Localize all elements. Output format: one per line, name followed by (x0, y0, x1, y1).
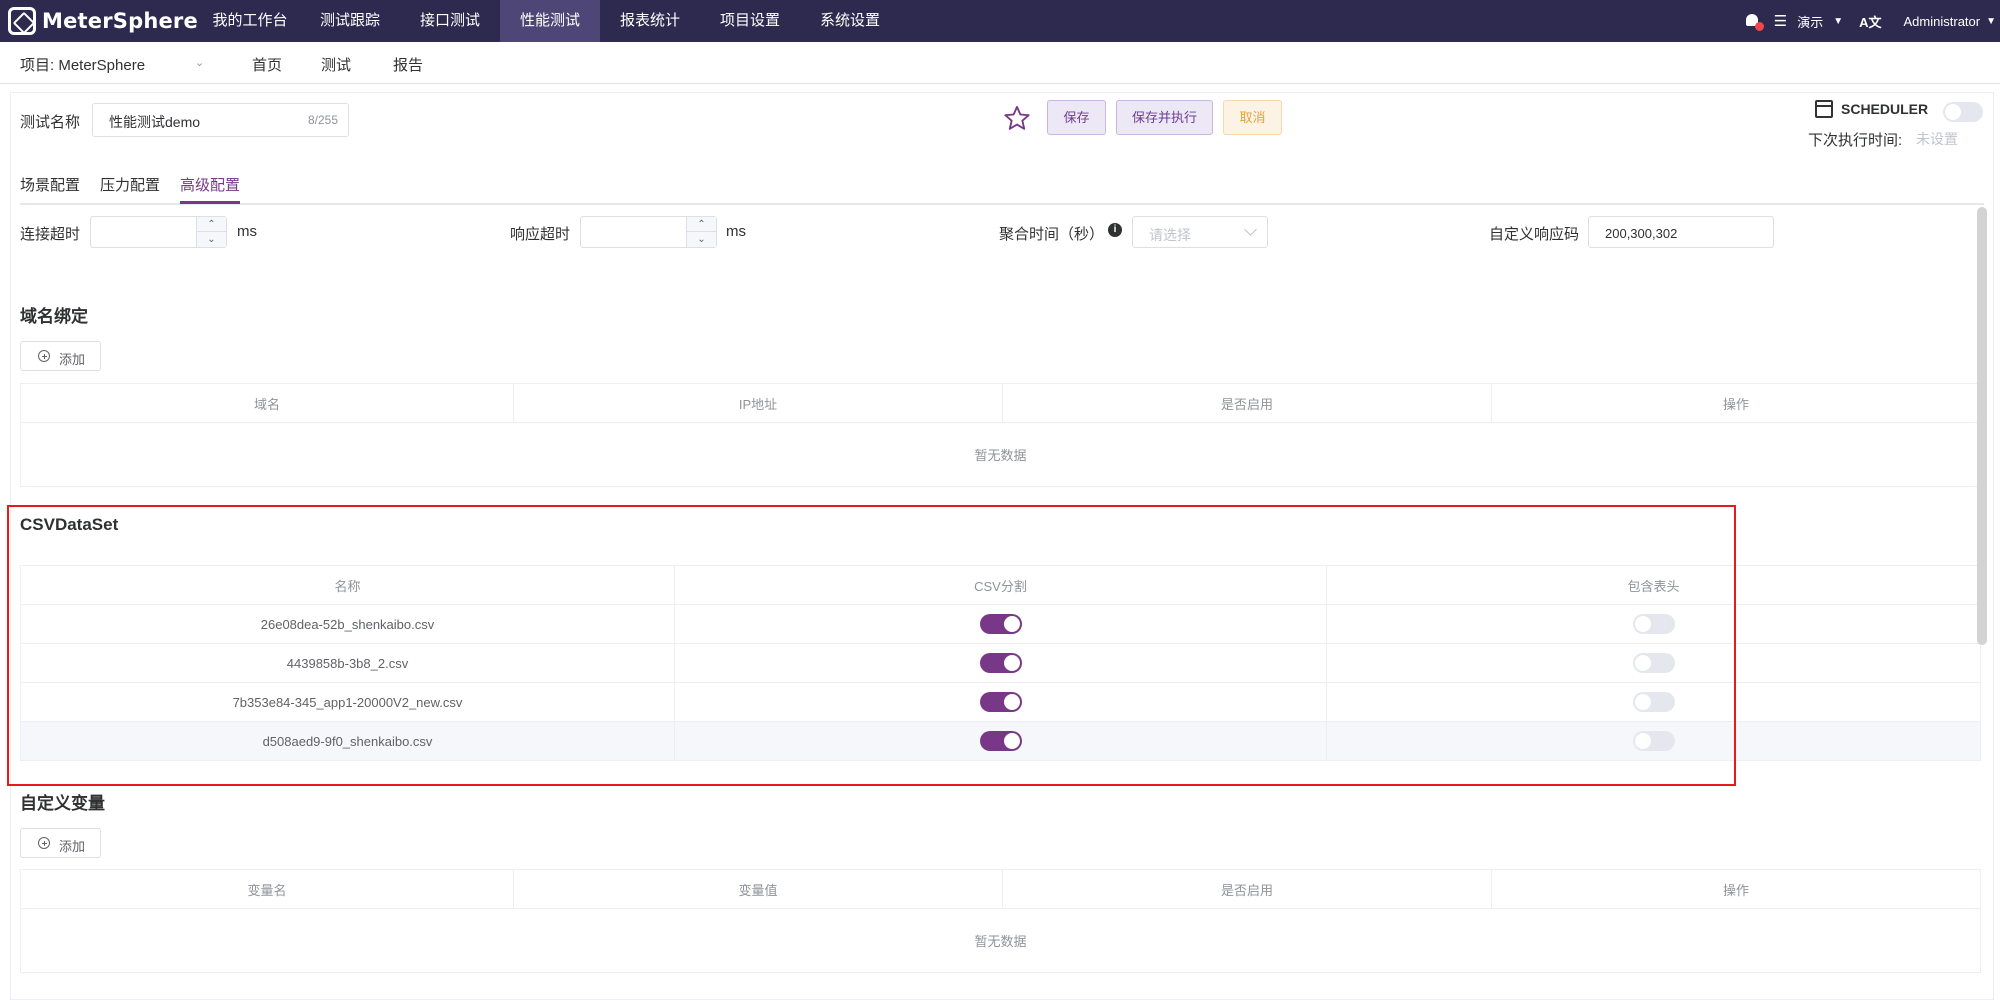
star-icon[interactable] (1003, 104, 1031, 132)
vertical-scrollbar[interactable] (1977, 207, 1987, 645)
workspace-switcher[interactable]: 演示 (1797, 12, 1823, 31)
menu-item-project-settings[interactable]: 项目设置 (700, 0, 800, 42)
variables-table: 变量名 变量值 是否启用 操作 暂无数据 (20, 869, 1981, 973)
response-timeout-label: 响应超时 (510, 226, 571, 243)
user-menu[interactable]: Administrator (1904, 14, 1981, 29)
next-run-value: 未设置 (1916, 131, 1958, 147)
next-run-label: 下次执行时间: (1808, 132, 1903, 149)
connect-timeout-unit: ms (237, 223, 257, 240)
scheduler-label: SCHEDULER (1841, 101, 1929, 117)
test-name-value: 性能测试demo (109, 114, 201, 130)
logo-text: MeterSphere (42, 9, 198, 33)
metersphere-logo-icon (8, 7, 36, 35)
sub-nav: 项目: MeterSphere ⌄ 首页 测试 报告 (0, 42, 2000, 84)
subnav-link-test[interactable]: 测试 (321, 54, 351, 75)
status-code-label: 自定义响应码 (1489, 226, 1580, 243)
calendar-icon (1815, 100, 1833, 118)
column-header: 操作 (1491, 383, 1981, 423)
test-name-input[interactable]: 性能测试demo 8/255 (92, 103, 349, 137)
decrement-icon[interactable]: ⌄ (687, 232, 716, 247)
status-code-value: 200,300,302 (1605, 226, 1678, 241)
column-header: 域名 (20, 383, 514, 423)
subnav-link-report[interactable]: 报告 (393, 54, 423, 75)
subnav-link-home[interactable]: 首页 (252, 54, 282, 75)
connect-timeout-label: 连接超时 (20, 226, 81, 243)
menu-item-workbench[interactable]: 我的工作台 (200, 0, 300, 42)
notification-bell-icon[interactable] (1744, 12, 1764, 31)
domain-table: 域名 IP地址 是否启用 操作 暂无数据 (20, 383, 1981, 487)
top-nav: MeterSphere 我的工作台 测试跟踪 接口测试 性能测试 报表统计 项目… (0, 0, 2000, 42)
menu-item-system-settings[interactable]: 系统设置 (800, 0, 900, 42)
plus-circle-icon (38, 837, 50, 849)
workspace-list-icon[interactable]: ☰ (1774, 12, 1787, 30)
column-header: 变量名 (20, 869, 514, 909)
tab-advanced-config[interactable]: 高级配置 (180, 174, 240, 195)
project-selector[interactable]: 项目: MeterSphere (20, 54, 145, 75)
menu-item-test-track[interactable]: 测试跟踪 (300, 0, 400, 42)
connect-timeout-input[interactable]: ⌃ ⌄ (90, 216, 227, 248)
tabs-divider (20, 203, 1984, 205)
status-code-input[interactable]: 200,300,302 (1588, 216, 1774, 248)
add-domain-label: 添加 (59, 352, 86, 367)
menu-item-api-test[interactable]: 接口测试 (400, 0, 500, 42)
domain-binding-title: 域名绑定 (20, 307, 88, 326)
chevron-down-icon[interactable]: ⌄ (195, 56, 204, 69)
empty-text: 暂无数据 (20, 908, 1981, 973)
chevron-down-icon (1244, 223, 1257, 236)
scheduler-toggle[interactable] (1943, 102, 1983, 122)
empty-text: 暂无数据 (20, 422, 1981, 487)
column-header: 操作 (1491, 869, 1981, 909)
response-timeout-input[interactable]: ⌃ ⌄ (580, 216, 717, 248)
menu-item-performance-test[interactable]: 性能测试 (500, 0, 600, 42)
decrement-icon[interactable]: ⌄ (197, 232, 226, 247)
add-variable-button[interactable]: 添加 (20, 828, 101, 858)
save-and-run-button[interactable]: 保存并执行 (1116, 100, 1213, 135)
increment-icon[interactable]: ⌃ (687, 217, 716, 232)
add-variable-label: 添加 (59, 839, 86, 854)
test-name-count: 8/255 (307, 113, 338, 127)
top-right-tools: ☰ 演示 ▼ A文 Administrator ▼ (1744, 0, 2000, 42)
tab-pressure-config[interactable]: 压力配置 (100, 174, 160, 195)
granularity-label: 聚合时间（秒） (999, 226, 1105, 243)
add-domain-button[interactable]: 添加 (20, 341, 101, 371)
workspace-caret-icon[interactable]: ▼ (1833, 16, 1843, 27)
tab-scenario-config[interactable]: 场景配置 (20, 174, 80, 195)
column-header: 变量值 (513, 869, 1003, 909)
granularity-select[interactable]: 请选择 (1132, 216, 1268, 248)
cancel-button[interactable]: 取消 (1223, 100, 1282, 135)
notification-badge (1754, 22, 1764, 31)
active-tab-indicator (180, 201, 240, 204)
save-button[interactable]: 保存 (1047, 100, 1106, 135)
language-switcher[interactable]: A文 (1859, 12, 1881, 31)
column-header: 是否启用 (1002, 383, 1492, 423)
granularity-placeholder: 请选择 (1149, 227, 1191, 243)
info-icon[interactable]: i (1108, 223, 1122, 237)
column-header: 是否启用 (1002, 869, 1492, 909)
plus-circle-icon (38, 350, 50, 362)
highlight-box (7, 505, 1736, 786)
menu-item-report-stats[interactable]: 报表统计 (600, 0, 700, 42)
test-name-label: 测试名称 (20, 114, 81, 131)
response-timeout-unit: ms (726, 223, 746, 240)
user-caret-icon[interactable]: ▼ (1986, 16, 1996, 27)
main-menu: 我的工作台 测试跟踪 接口测试 性能测试 报表统计 项目设置 系统设置 (200, 0, 900, 42)
increment-icon[interactable]: ⌃ (197, 217, 226, 232)
custom-variables-title: 自定义变量 (20, 794, 105, 813)
column-header: IP地址 (513, 383, 1003, 423)
logo[interactable]: MeterSphere (8, 6, 198, 36)
